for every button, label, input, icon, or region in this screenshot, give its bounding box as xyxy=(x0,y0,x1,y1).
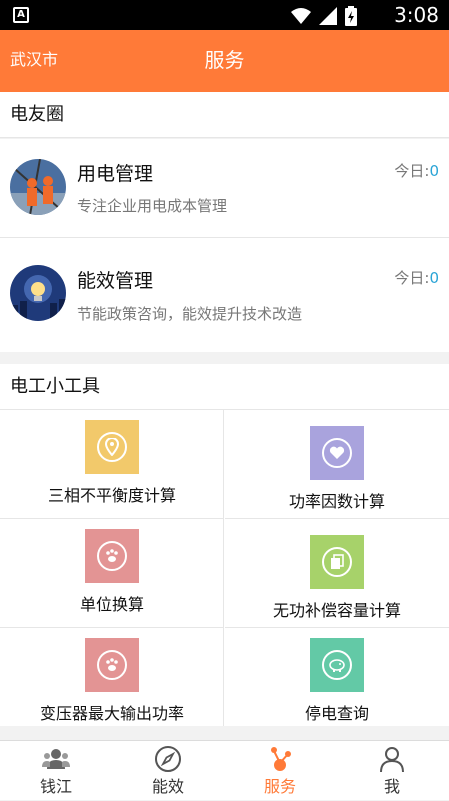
tab-me[interactable]: 我 xyxy=(336,741,448,801)
today-value: 0 xyxy=(429,162,439,180)
tool-tile xyxy=(310,638,364,692)
today-label: 今日: xyxy=(394,162,430,180)
tab-qianjiang[interactable]: 钱江 xyxy=(0,741,112,801)
bottom-tab-bar: 钱江 能效 服务 我 xyxy=(0,740,449,800)
tool-tile xyxy=(85,529,139,583)
tool-tile xyxy=(85,638,139,692)
share-nodes-icon xyxy=(271,747,291,771)
compass-icon xyxy=(155,746,181,772)
app-notification-icon: A xyxy=(13,7,29,23)
piggy-bank-icon xyxy=(322,650,352,680)
document-icon xyxy=(322,547,352,577)
efficiency-management-avatar xyxy=(10,265,66,321)
tool-label: 单位换算 xyxy=(79,595,144,614)
status-bar: A 3:08 xyxy=(0,0,449,30)
paw-icon xyxy=(97,650,127,680)
signal-icon xyxy=(319,7,337,25)
today-count: 今日:0 xyxy=(394,268,439,288)
power-management-avatar xyxy=(10,159,66,215)
tool-tile xyxy=(310,426,364,480)
tab-label: 能效 xyxy=(151,777,184,796)
tool-three-phase-imbalance[interactable]: 三相不平衡度计算 xyxy=(0,410,224,519)
tool-label: 变压器最大输出功率 xyxy=(39,704,184,723)
battery-icon xyxy=(345,6,357,26)
tool-unit-conversion[interactable]: 单位换算 xyxy=(0,519,224,628)
tool-label: 三相不平衡度计算 xyxy=(47,486,176,505)
tab-efficiency[interactable]: 能效 xyxy=(112,741,224,801)
heart-icon xyxy=(322,438,352,468)
clock: 3:08 xyxy=(394,3,439,27)
today-label: 今日: xyxy=(394,269,430,287)
today-count: 今日:0 xyxy=(394,161,439,181)
item-description: 专注企业用电成本管理 xyxy=(77,197,228,215)
tool-label: 功率因数计算 xyxy=(288,492,385,511)
tool-label: 无功补偿容量计算 xyxy=(272,601,401,620)
tool-power-factor[interactable]: 功率因数计算 xyxy=(225,410,449,519)
app-header: 武汉市 服务 xyxy=(0,30,449,92)
people-icon xyxy=(42,749,70,769)
tool-outage-query[interactable]: 停电查询 xyxy=(225,628,449,726)
tool-label: 停电查询 xyxy=(304,704,369,723)
tool-tile xyxy=(85,420,139,474)
tool-tile xyxy=(310,535,364,589)
location-pin-icon xyxy=(97,432,127,462)
section-title-circle: 电友圈 xyxy=(0,92,449,138)
today-value: 0 xyxy=(429,269,439,287)
page-title: 服务 xyxy=(204,48,245,72)
item-name: 用电管理 xyxy=(77,163,154,185)
tab-service[interactable]: 服务 xyxy=(224,741,336,801)
list-item-power-management[interactable]: 用电管理 专注企业用电成本管理 今日:0 xyxy=(0,139,449,237)
tab-label: 我 xyxy=(383,777,400,796)
item-name: 能效管理 xyxy=(77,270,154,292)
user-icon xyxy=(380,747,404,773)
status-icons xyxy=(291,6,357,26)
list-item-efficiency-management[interactable]: 能效管理 节能政策咨询，能效提升技术改造 今日:0 xyxy=(0,238,449,352)
item-description: 节能政策咨询，能效提升技术改造 xyxy=(77,305,303,323)
paw-icon xyxy=(97,541,127,571)
section-title-tools: 电工小工具 xyxy=(0,364,449,410)
tab-label: 服务 xyxy=(263,777,296,796)
tool-reactive-compensation[interactable]: 无功补偿容量计算 xyxy=(225,519,449,628)
tools-grid: 三相不平衡度计算 功率因数计算 单位换算 无功补偿容量计算 变压器最大输出功率 … xyxy=(0,410,449,726)
tab-label: 钱江 xyxy=(39,777,72,796)
tool-transformer-max-output[interactable]: 变压器最大输出功率 xyxy=(0,628,224,726)
wifi-icon xyxy=(291,8,311,24)
